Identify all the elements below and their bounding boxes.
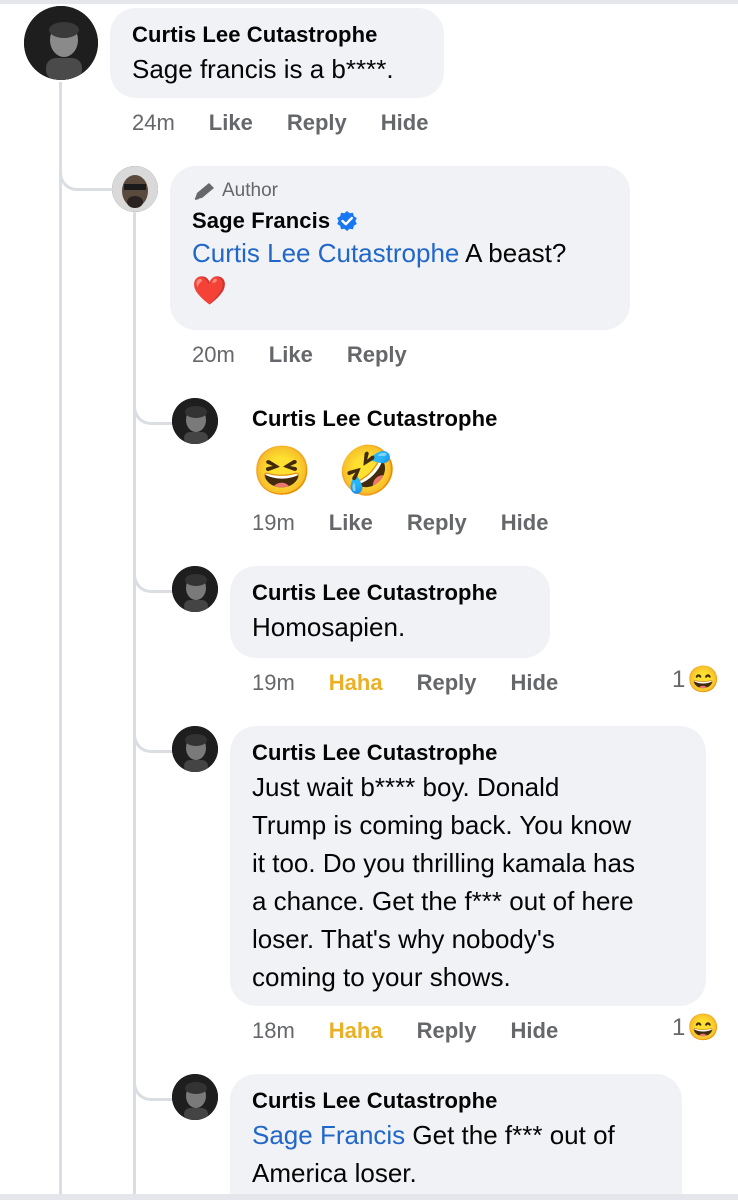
comment-author[interactable]: Curtis Lee Cutastrophe — [252, 1088, 660, 1114]
comment-text-line: Just wait b**** boy. Donald — [252, 772, 560, 802]
comment-text-line: coming to your shows. — [252, 962, 511, 992]
comment-text-line: Trump is coming back. You know — [252, 810, 632, 840]
comment-bubble: Curtis Lee Cutastrophe Sage francis is a… — [110, 8, 444, 98]
comment-text: Homosapien. — [252, 612, 406, 642]
author-row: Sage Francis — [192, 208, 608, 234]
comment-author[interactable]: Curtis Lee Cutastrophe — [252, 740, 684, 766]
comment-author[interactable]: Curtis Lee Cutastrophe — [252, 406, 497, 432]
hide-button[interactable]: Hide — [501, 510, 549, 536]
comment-author[interactable]: Curtis Lee Cutastrophe — [252, 580, 528, 606]
reaction-count: 1 — [672, 665, 686, 693]
reaction-summary[interactable]: 1 😄 — [672, 664, 720, 695]
comment-text-line: a chance. Get the f*** out of here — [252, 886, 634, 916]
comment-time[interactable]: 19m — [252, 510, 295, 536]
comment-text-line: loser. That's why nobody's — [252, 924, 555, 954]
comment-text-line: America loser. — [252, 1158, 417, 1188]
reaction-summary[interactable]: 1 😄 — [672, 1012, 720, 1043]
reply-button[interactable]: Reply — [347, 342, 407, 368]
bottom-divider — [0, 1194, 738, 1200]
avatar[interactable] — [172, 566, 218, 612]
hide-button[interactable]: Hide — [511, 670, 559, 696]
like-button[interactable]: Like — [209, 110, 253, 136]
thread-line-reply — [133, 212, 136, 1200]
reply-button[interactable]: Reply — [287, 110, 347, 136]
comment-text-body: A beast? — [459, 238, 567, 268]
thread-curve-5 — [133, 1056, 172, 1101]
comment-time[interactable]: 19m — [252, 670, 295, 696]
comment-author[interactable]: Sage Francis — [192, 208, 330, 234]
hide-button[interactable]: Hide — [381, 110, 429, 136]
comment-actions: 19m Haha Reply Hide — [252, 670, 558, 696]
avatar-photo-icon — [172, 1074, 218, 1120]
comment-bubble: Curtis Lee Cutastrophe Sage Francis Get … — [230, 1074, 682, 1200]
comment-text: Sage Francis Get the f*** out of — [252, 1116, 660, 1154]
comment-actions: 24m Like Reply Hide — [132, 110, 428, 136]
laughing-emoji: 😆 — [252, 445, 312, 498]
comment-author[interactable]: Curtis Lee Cutastrophe — [132, 22, 422, 48]
hide-button[interactable]: Hide — [511, 1018, 559, 1044]
comment-time[interactable]: 20m — [192, 342, 235, 368]
avatar-photo-icon — [172, 398, 218, 444]
top-divider — [0, 0, 738, 4]
comment-text-body: Get the f*** out of — [405, 1120, 615, 1150]
heart-emoji: ❤️ — [192, 275, 227, 306]
comment-actions: 19m Like Reply Hide — [252, 510, 548, 536]
comment-text: Curtis Lee Cutastrophe A beast? — [192, 234, 608, 272]
comment-text: Sage francis is a b****. — [132, 54, 394, 84]
haha-reaction-button[interactable]: Haha — [329, 670, 383, 696]
thread-curve-3 — [133, 548, 172, 593]
comment-text-line: it too. Do you thrilling kamala has — [252, 848, 635, 878]
haha-icon: 😄 — [687, 664, 720, 694]
comment-time[interactable]: 24m — [132, 110, 175, 136]
comment-bubble: Curtis Lee Cutastrophe Homosapien. — [230, 566, 550, 658]
comment-bubble: Curtis Lee Cutastrophe Just wait b**** b… — [230, 726, 706, 1006]
like-button[interactable]: Like — [329, 510, 373, 536]
haha-reaction-button[interactable]: Haha — [329, 1018, 383, 1044]
avatar-photo-icon — [24, 6, 98, 80]
emoji-row: 😆 🤣 — [252, 444, 398, 500]
comment-text: Just wait b**** boy. Donald Trump is com… — [252, 768, 684, 996]
pencil-icon — [194, 183, 214, 200]
thread-curve-4 — [133, 708, 172, 753]
comment-actions: 20m Like Reply — [192, 342, 407, 368]
avatar[interactable] — [172, 398, 218, 444]
mention-link[interactable]: Curtis Lee Cutastrophe — [192, 238, 459, 268]
author-badge-label: Author — [222, 180, 278, 201]
avatar-photo-icon — [172, 566, 218, 612]
reaction-count: 1 — [672, 1013, 686, 1041]
like-button[interactable]: Like — [269, 342, 313, 368]
avatar-photo-icon — [172, 726, 218, 772]
avatar-photo-icon — [112, 166, 158, 212]
mention-link[interactable]: Sage Francis — [252, 1120, 405, 1150]
comment-actions: 18m Haha Reply Hide — [252, 1018, 558, 1044]
comment-time[interactable]: 18m — [252, 1018, 295, 1044]
thread-curve-1 — [59, 140, 112, 191]
verified-badge-icon — [337, 211, 357, 231]
avatar[interactable] — [172, 1074, 218, 1120]
thread-curve-2 — [133, 380, 172, 425]
avatar[interactable] — [172, 726, 218, 772]
rofl-emoji: 🤣 — [337, 445, 398, 498]
haha-icon: 😄 — [687, 1012, 720, 1042]
reply-button[interactable]: Reply — [417, 670, 477, 696]
avatar[interactable] — [24, 6, 98, 80]
reply-button[interactable]: Reply — [417, 1018, 477, 1044]
thread-line-main — [59, 82, 62, 1200]
author-badge: Author — [192, 180, 608, 202]
comment-bubble: Author Sage Francis Curtis Lee Cutastrop… — [170, 166, 630, 330]
avatar[interactable] — [112, 166, 158, 212]
reply-button[interactable]: Reply — [407, 510, 467, 536]
